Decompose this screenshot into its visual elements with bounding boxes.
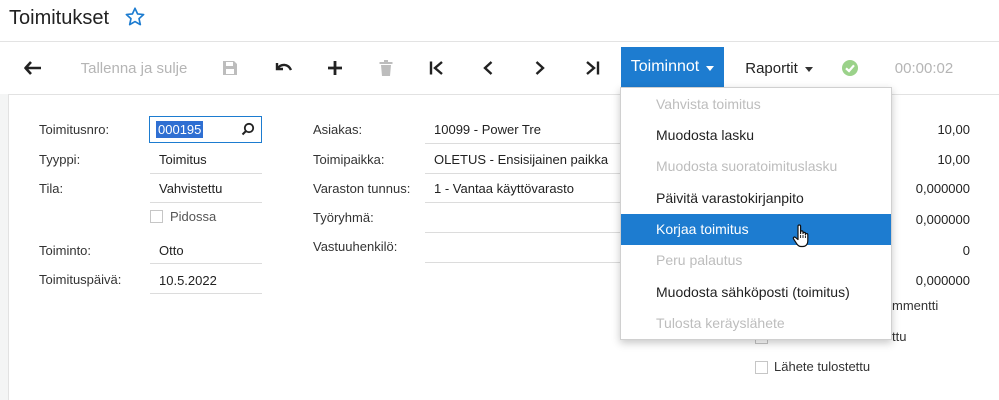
- menu-item-update-inventory[interactable]: Päivitä varastokirjanpito: [621, 183, 891, 214]
- caret-down-icon: [804, 66, 813, 72]
- quantity-value-4: 0,000000: [915, 212, 970, 227]
- warehouse-label: Varaston tunnus:: [313, 181, 411, 196]
- add-button[interactable]: [323, 43, 347, 93]
- toolbar: Tallenna ja sulje Toiminnot Raportit 00:…: [0, 43, 999, 93]
- previous-record-button[interactable]: [476, 43, 500, 93]
- status-label: Tila:: [39, 181, 64, 196]
- chevron-left-icon: [483, 61, 493, 75]
- menu-item-create-email[interactable]: Muodosta sähköposti (toimitus): [621, 277, 891, 308]
- approve-button[interactable]: [840, 43, 860, 93]
- customer-value[interactable]: 10099 - Power Tre: [434, 122, 541, 137]
- printed-label-partial: ttu: [892, 329, 907, 344]
- save-close-button[interactable]: Tallenna ja sulje: [66, 43, 202, 93]
- operation-underline: [150, 263, 262, 264]
- packing-slip-printed-checkbox[interactable]: [755, 361, 768, 374]
- menu-item-create-invoice[interactable]: Muodosta lasku: [621, 120, 891, 151]
- quantity-value-6: 0,000000: [915, 273, 970, 288]
- status-value[interactable]: Vahvistettu: [159, 181, 222, 196]
- menu-item-confirm-delivery[interactable]: Vahvista toimitus: [621, 89, 891, 120]
- hand-pointer-cursor-icon: [792, 224, 809, 248]
- comment-label-partial: mmentti: [892, 298, 939, 313]
- back-button[interactable]: [18, 43, 48, 93]
- customer-label: Asiakas:: [313, 122, 363, 137]
- menu-item-cancel-return[interactable]: Peru palautus: [621, 245, 891, 276]
- actions-dropdown-menu: Vahvista toimitus Muodosta lasku Muodost…: [620, 87, 892, 340]
- search-icon[interactable]: [241, 122, 255, 136]
- save-button[interactable]: [218, 43, 242, 93]
- location-label: Toimipaikka:: [313, 152, 385, 167]
- workgroup-field[interactable]: [425, 232, 620, 233]
- customer-underline: [425, 143, 620, 144]
- type-value[interactable]: Toimitus: [159, 152, 207, 167]
- menu-item-create-dropship-invoice[interactable]: Muodosta suoratoimituslasku: [621, 151, 891, 182]
- delivery-number-value: 000195: [156, 121, 204, 138]
- last-record-button[interactable]: [580, 43, 604, 93]
- location-value[interactable]: OLETUS - Ensisijainen paikka: [434, 152, 608, 167]
- menu-item-print-picklist[interactable]: Tulosta keräyslähete: [621, 308, 891, 339]
- chevron-right-icon: [535, 61, 545, 75]
- timer-display: 00:00:02: [894, 59, 954, 77]
- location-underline: [425, 173, 620, 174]
- star-outline-icon[interactable]: [124, 6, 146, 28]
- first-record-icon: [429, 61, 443, 75]
- page-title: Toimitukset: [9, 7, 110, 29]
- first-record-button[interactable]: [425, 43, 449, 93]
- delivery-date-value[interactable]: 10.5.2022: [159, 273, 217, 288]
- hold-checkbox[interactable]: [150, 210, 163, 223]
- warehouse-underline: [425, 202, 620, 203]
- owner-label: Vastuuhenkilö:: [313, 239, 398, 254]
- reports-button-label: Raportit: [745, 59, 798, 77]
- workgroup-label: Työryhmä:: [313, 210, 374, 225]
- delivery-number-label: Toimitusnro:: [39, 122, 110, 137]
- quantity-value-5: 0: [962, 243, 970, 258]
- delivery-number-input[interactable]: 000195: [149, 116, 262, 143]
- undo-icon: [275, 63, 293, 71]
- back-arrow-icon: [24, 61, 41, 75]
- caret-down-icon: [706, 65, 715, 71]
- delivery-date-label: Toimituspäivä:: [39, 272, 122, 287]
- delete-button[interactable]: [375, 43, 397, 93]
- quantity-value-1: 10,00: [937, 122, 970, 137]
- reports-button[interactable]: Raportit: [734, 43, 824, 93]
- quantity-value-2: 10,00: [937, 152, 970, 167]
- packing-slip-printed-label: Lähete tulostettu: [774, 359, 871, 374]
- title-bar: Toimitukset: [0, 0, 999, 42]
- undo-button[interactable]: [271, 43, 297, 93]
- status-underline: [150, 202, 262, 203]
- next-record-button[interactable]: [528, 43, 552, 93]
- hold-label: Pidossa: [170, 209, 217, 224]
- plus-icon: [328, 61, 342, 75]
- check-circle-icon: [842, 60, 858, 76]
- actions-button[interactable]: Toiminnot: [621, 47, 724, 87]
- owner-field[interactable]: [425, 262, 620, 263]
- last-record-icon: [586, 61, 600, 75]
- operation-label: Toiminto:: [39, 243, 92, 258]
- trash-icon: [379, 60, 393, 76]
- warehouse-value[interactable]: 1 - Vantaa käyttövarasto: [434, 181, 574, 196]
- operation-value[interactable]: Otto: [159, 243, 184, 258]
- delivery-date-underline: [150, 293, 262, 294]
- type-label: Tyyppi:: [39, 152, 81, 167]
- floppy-disk-icon: [223, 61, 237, 75]
- menu-item-correct-delivery[interactable]: Korjaa toimitus: [621, 214, 891, 245]
- actions-button-label: Toiminnot: [630, 58, 700, 75]
- type-underline: [150, 173, 262, 174]
- quantity-value-3: 0,000000: [915, 181, 970, 196]
